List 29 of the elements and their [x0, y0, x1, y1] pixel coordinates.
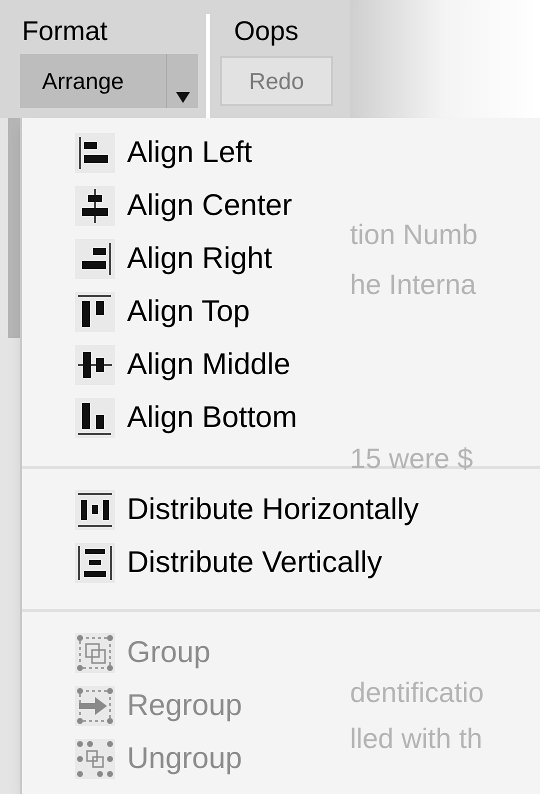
- group-icon: [75, 632, 115, 672]
- align-center-icon: [75, 186, 115, 226]
- menu-item[interactable]: Align Left: [75, 126, 252, 179]
- menu-item[interactable]: Align Center: [75, 179, 292, 232]
- background-text: dentificatio: [350, 678, 484, 708]
- arrange-dropdown-button[interactable]: Arrange: [20, 54, 198, 108]
- menu-item[interactable]: Align Top: [75, 285, 250, 338]
- caret-icon: [176, 92, 190, 104]
- background-text: lled with th: [350, 724, 482, 754]
- group-label: Oops: [233, 15, 300, 48]
- ungroup-icon: [75, 738, 115, 778]
- background-text: 15 were $: [350, 444, 473, 474]
- align-left-icon: [75, 132, 115, 172]
- align-top-icon: [75, 292, 115, 332]
- menu-item[interactable]: Distribute Vertically: [75, 536, 382, 589]
- background-text: tion Numb: [350, 220, 478, 250]
- group-label: Format: [21, 15, 109, 48]
- align-right-icon: [75, 238, 115, 278]
- menu-item[interactable]: Align Middle: [75, 338, 290, 391]
- menu-item[interactable]: Distribute Horizontally: [75, 483, 419, 536]
- align-middle-icon: [75, 344, 115, 384]
- regroup-icon: [75, 686, 115, 726]
- distribute-vertical-icon: [75, 542, 115, 582]
- distribute-horizontal-icon: [75, 490, 115, 530]
- scrollbar-thumb[interactable]: [8, 118, 20, 338]
- menu-item[interactable]: Align Right: [75, 232, 272, 285]
- align-bottom-icon: [75, 398, 115, 438]
- menu-item[interactable]: Align Bottom: [75, 391, 298, 444]
- background-text: he Interna: [350, 270, 476, 300]
